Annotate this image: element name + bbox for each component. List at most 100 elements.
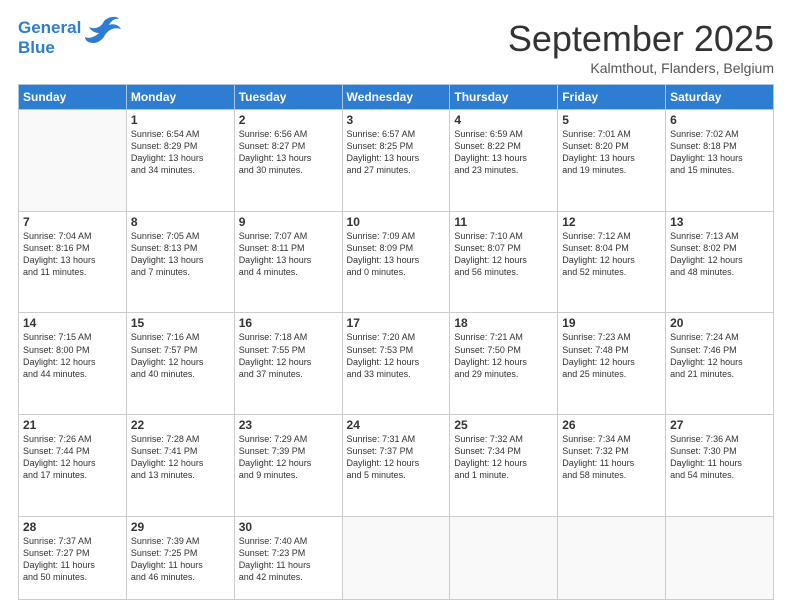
- day-number: 28: [23, 520, 122, 534]
- day-info: Sunrise: 7:24 AM Sunset: 7:46 PM Dayligh…: [670, 331, 769, 380]
- calendar-week-row: 21Sunrise: 7:26 AM Sunset: 7:44 PM Dayli…: [19, 415, 774, 517]
- table-row: 24Sunrise: 7:31 AM Sunset: 7:37 PM Dayli…: [342, 415, 450, 517]
- table-row: 25Sunrise: 7:32 AM Sunset: 7:34 PM Dayli…: [450, 415, 558, 517]
- header: General Blue September 2025 Kalmthout, F…: [18, 18, 774, 76]
- table-row: 28Sunrise: 7:37 AM Sunset: 7:27 PM Dayli…: [19, 516, 127, 599]
- table-row: 17Sunrise: 7:20 AM Sunset: 7:53 PM Dayli…: [342, 313, 450, 415]
- day-info: Sunrise: 7:12 AM Sunset: 8:04 PM Dayligh…: [562, 230, 661, 279]
- col-tuesday: Tuesday: [234, 85, 342, 110]
- day-info: Sunrise: 7:32 AM Sunset: 7:34 PM Dayligh…: [454, 433, 553, 482]
- day-number: 26: [562, 418, 661, 432]
- day-info: Sunrise: 6:59 AM Sunset: 8:22 PM Dayligh…: [454, 128, 553, 177]
- table-row: 29Sunrise: 7:39 AM Sunset: 7:25 PM Dayli…: [126, 516, 234, 599]
- day-number: 13: [670, 215, 769, 229]
- table-row: [450, 516, 558, 599]
- table-row: 2Sunrise: 6:56 AM Sunset: 8:27 PM Daylig…: [234, 110, 342, 212]
- table-row: 10Sunrise: 7:09 AM Sunset: 8:09 PM Dayli…: [342, 211, 450, 313]
- table-row: [666, 516, 774, 599]
- day-info: Sunrise: 7:26 AM Sunset: 7:44 PM Dayligh…: [23, 433, 122, 482]
- table-row: 14Sunrise: 7:15 AM Sunset: 8:00 PM Dayli…: [19, 313, 127, 415]
- day-number: 11: [454, 215, 553, 229]
- day-number: 17: [347, 316, 446, 330]
- calendar-week-row: 7Sunrise: 7:04 AM Sunset: 8:16 PM Daylig…: [19, 211, 774, 313]
- table-row: 26Sunrise: 7:34 AM Sunset: 7:32 PM Dayli…: [558, 415, 666, 517]
- day-info: Sunrise: 7:01 AM Sunset: 8:20 PM Dayligh…: [562, 128, 661, 177]
- logo-text-general: General: [18, 18, 81, 37]
- logo-line1: General: [18, 18, 81, 38]
- day-info: Sunrise: 7:13 AM Sunset: 8:02 PM Dayligh…: [670, 230, 769, 279]
- day-info: Sunrise: 7:18 AM Sunset: 7:55 PM Dayligh…: [239, 331, 338, 380]
- table-row: 11Sunrise: 7:10 AM Sunset: 8:07 PM Dayli…: [450, 211, 558, 313]
- table-row: 6Sunrise: 7:02 AM Sunset: 8:18 PM Daylig…: [666, 110, 774, 212]
- day-number: 4: [454, 113, 553, 127]
- calendar-week-row: 14Sunrise: 7:15 AM Sunset: 8:00 PM Dayli…: [19, 313, 774, 415]
- table-row: 27Sunrise: 7:36 AM Sunset: 7:30 PM Dayli…: [666, 415, 774, 517]
- table-row: 1Sunrise: 6:54 AM Sunset: 8:29 PM Daylig…: [126, 110, 234, 212]
- col-thursday: Thursday: [450, 85, 558, 110]
- table-row: 7Sunrise: 7:04 AM Sunset: 8:16 PM Daylig…: [19, 211, 127, 313]
- logo: General Blue: [18, 18, 121, 57]
- day-info: Sunrise: 7:31 AM Sunset: 7:37 PM Dayligh…: [347, 433, 446, 482]
- col-sunday: Sunday: [19, 85, 127, 110]
- day-number: 3: [347, 113, 446, 127]
- day-number: 8: [131, 215, 230, 229]
- day-number: 29: [131, 520, 230, 534]
- table-row: 8Sunrise: 7:05 AM Sunset: 8:13 PM Daylig…: [126, 211, 234, 313]
- col-friday: Friday: [558, 85, 666, 110]
- table-row: 23Sunrise: 7:29 AM Sunset: 7:39 PM Dayli…: [234, 415, 342, 517]
- title-block: September 2025 Kalmthout, Flanders, Belg…: [508, 18, 774, 76]
- logo-line2: Blue: [18, 38, 81, 58]
- day-info: Sunrise: 7:10 AM Sunset: 8:07 PM Dayligh…: [454, 230, 553, 279]
- table-row: 3Sunrise: 6:57 AM Sunset: 8:25 PM Daylig…: [342, 110, 450, 212]
- table-row: 13Sunrise: 7:13 AM Sunset: 8:02 PM Dayli…: [666, 211, 774, 313]
- day-number: 18: [454, 316, 553, 330]
- location: Kalmthout, Flanders, Belgium: [508, 60, 774, 76]
- calendar-header-row: Sunday Monday Tuesday Wednesday Thursday…: [19, 85, 774, 110]
- calendar-week-row: 1Sunrise: 6:54 AM Sunset: 8:29 PM Daylig…: [19, 110, 774, 212]
- day-info: Sunrise: 7:37 AM Sunset: 7:27 PM Dayligh…: [23, 535, 122, 584]
- day-info: Sunrise: 7:04 AM Sunset: 8:16 PM Dayligh…: [23, 230, 122, 279]
- day-info: Sunrise: 7:29 AM Sunset: 7:39 PM Dayligh…: [239, 433, 338, 482]
- day-number: 15: [131, 316, 230, 330]
- day-info: Sunrise: 7:23 AM Sunset: 7:48 PM Dayligh…: [562, 331, 661, 380]
- month-title: September 2025: [508, 18, 774, 60]
- table-row: 22Sunrise: 7:28 AM Sunset: 7:41 PM Dayli…: [126, 415, 234, 517]
- day-number: 7: [23, 215, 122, 229]
- table-row: 21Sunrise: 7:26 AM Sunset: 7:44 PM Dayli…: [19, 415, 127, 517]
- day-info: Sunrise: 7:36 AM Sunset: 7:30 PM Dayligh…: [670, 433, 769, 482]
- day-info: Sunrise: 6:56 AM Sunset: 8:27 PM Dayligh…: [239, 128, 338, 177]
- logo-bird-icon: [85, 15, 121, 50]
- table-row: [558, 516, 666, 599]
- table-row: [342, 516, 450, 599]
- day-info: Sunrise: 7:34 AM Sunset: 7:32 PM Dayligh…: [562, 433, 661, 482]
- day-info: Sunrise: 7:39 AM Sunset: 7:25 PM Dayligh…: [131, 535, 230, 584]
- day-number: 14: [23, 316, 122, 330]
- col-wednesday: Wednesday: [342, 85, 450, 110]
- day-info: Sunrise: 7:28 AM Sunset: 7:41 PM Dayligh…: [131, 433, 230, 482]
- day-info: Sunrise: 7:15 AM Sunset: 8:00 PM Dayligh…: [23, 331, 122, 380]
- col-monday: Monday: [126, 85, 234, 110]
- table-row: 5Sunrise: 7:01 AM Sunset: 8:20 PM Daylig…: [558, 110, 666, 212]
- day-info: Sunrise: 7:16 AM Sunset: 7:57 PM Dayligh…: [131, 331, 230, 380]
- day-number: 9: [239, 215, 338, 229]
- day-number: 23: [239, 418, 338, 432]
- day-info: Sunrise: 7:20 AM Sunset: 7:53 PM Dayligh…: [347, 331, 446, 380]
- day-info: Sunrise: 6:54 AM Sunset: 8:29 PM Dayligh…: [131, 128, 230, 177]
- day-number: 27: [670, 418, 769, 432]
- day-number: 12: [562, 215, 661, 229]
- table-row: 15Sunrise: 7:16 AM Sunset: 7:57 PM Dayli…: [126, 313, 234, 415]
- day-number: 2: [239, 113, 338, 127]
- col-saturday: Saturday: [666, 85, 774, 110]
- table-row: 20Sunrise: 7:24 AM Sunset: 7:46 PM Dayli…: [666, 313, 774, 415]
- day-number: 10: [347, 215, 446, 229]
- table-row: 16Sunrise: 7:18 AM Sunset: 7:55 PM Dayli…: [234, 313, 342, 415]
- day-info: Sunrise: 7:40 AM Sunset: 7:23 PM Dayligh…: [239, 535, 338, 584]
- day-number: 19: [562, 316, 661, 330]
- day-number: 25: [454, 418, 553, 432]
- day-info: Sunrise: 6:57 AM Sunset: 8:25 PM Dayligh…: [347, 128, 446, 177]
- table-row: 30Sunrise: 7:40 AM Sunset: 7:23 PM Dayli…: [234, 516, 342, 599]
- calendar-table: Sunday Monday Tuesday Wednesday Thursday…: [18, 84, 774, 600]
- day-number: 22: [131, 418, 230, 432]
- day-info: Sunrise: 7:09 AM Sunset: 8:09 PM Dayligh…: [347, 230, 446, 279]
- day-number: 30: [239, 520, 338, 534]
